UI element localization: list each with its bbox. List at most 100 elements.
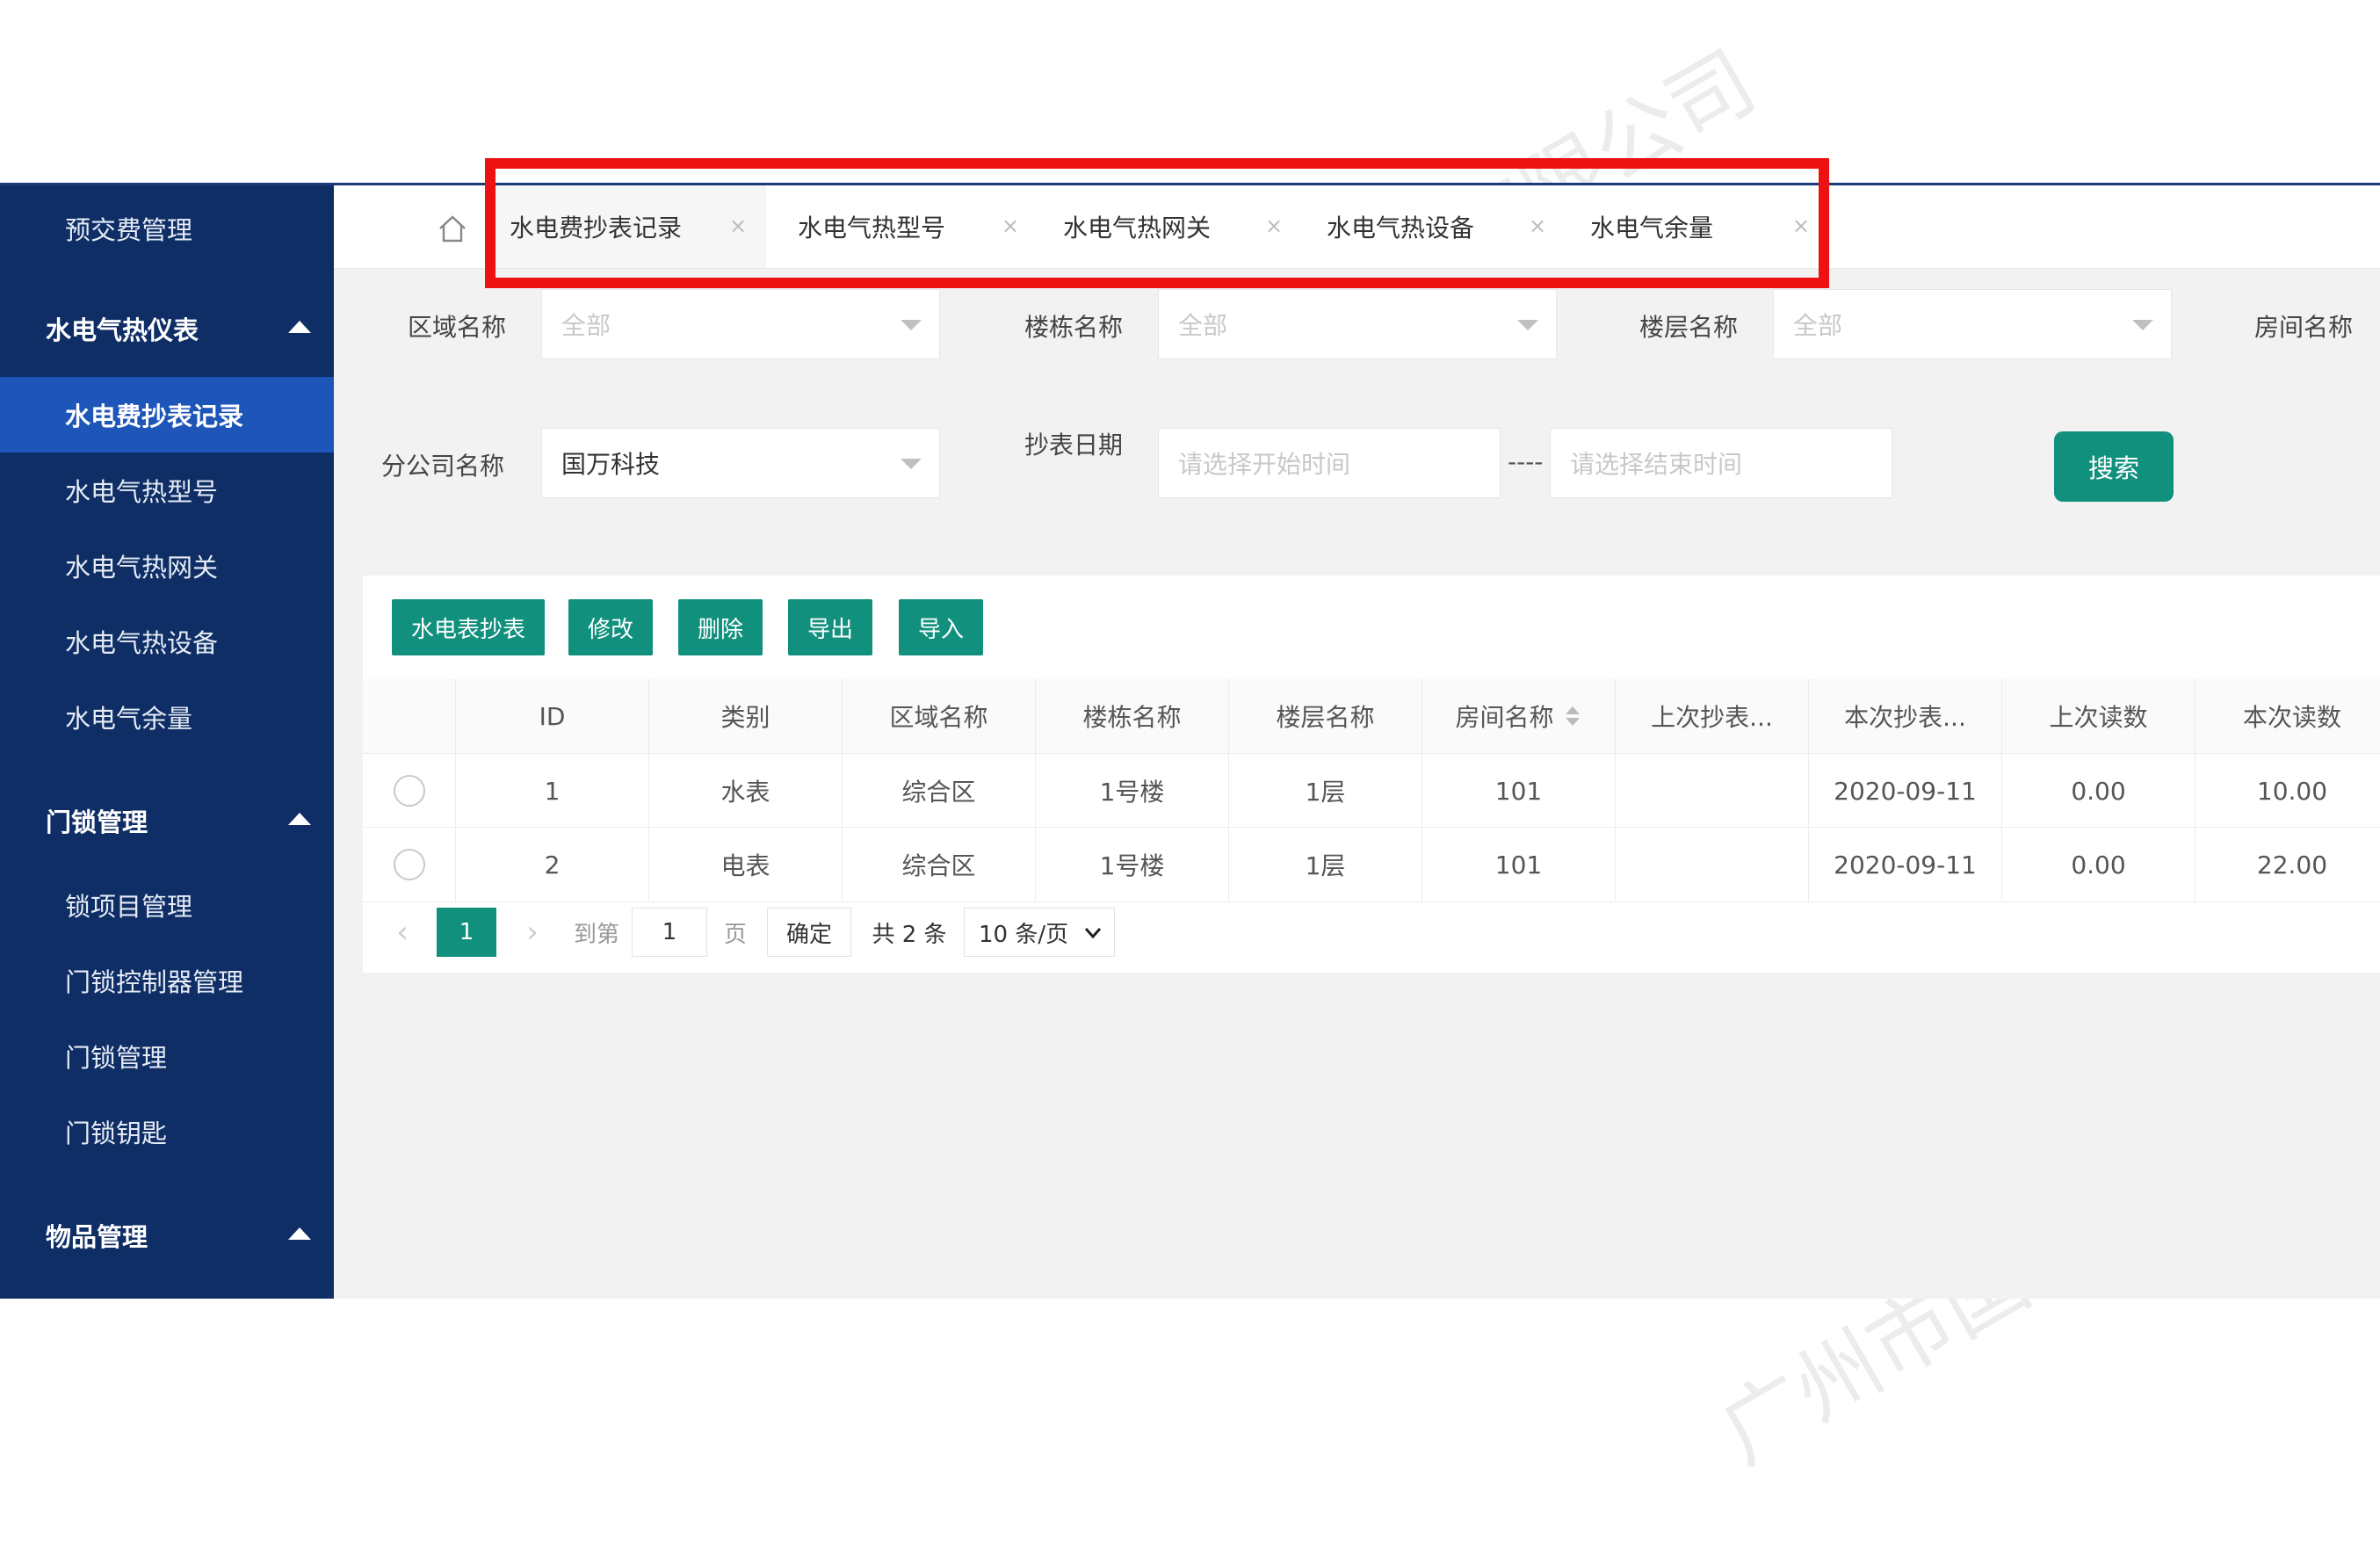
table-cell: 101 [1422,754,1616,828]
sidebar-item-devices[interactable]: 水电气热设备 [0,604,334,679]
table-cell: 1层 [1229,754,1422,828]
page-unit-label: 页 [723,921,747,948]
table-cell: 水表 [649,754,843,828]
column-header-floor[interactable]: 楼层名称 [1229,679,1422,753]
column-header-area[interactable]: 区域名称 [843,679,1036,753]
building-label: 楼栋名称 [1024,313,1124,342]
area-label: 区域名称 [408,313,507,342]
confirm-button[interactable]: 确定 [767,908,851,957]
column-header-building[interactable]: 楼栋名称 [1036,679,1229,753]
row-select-cell[interactable] [363,828,456,901]
close-icon[interactable]: × [1792,214,1810,238]
column-header-current-read-date[interactable]: 本次抄表... [1809,679,2002,753]
sidebar-item-lock-projects[interactable]: 锁项目管理 [0,867,334,943]
sidebar-group-items[interactable]: 物品管理 [0,1198,334,1273]
import-button[interactable]: 导入 [899,599,983,655]
floor-label: 楼层名称 [1639,313,1739,342]
prev-page-button[interactable]: ‹ [387,908,417,957]
radio-button[interactable] [393,849,425,880]
radio-button[interactable] [393,775,425,807]
pagination: ‹ 1 › 到第 1 页 确定 共 2 条 10 条/页 [363,908,2380,960]
tab-label: 水电气余量 [1590,214,1714,243]
sidebar-item-models[interactable]: 水电气热型号 [0,452,334,528]
sidebar-item-label: 水电气热仪表 [46,315,199,345]
sidebar-item-label: 水电气热设备 [65,628,219,658]
sidebar-item-reading-records[interactable]: 水电费抄表记录 [0,377,334,452]
table-cell: 1层 [1229,828,1422,901]
start-date-input[interactable]: 请选择开始时间 [1158,428,1501,498]
chevron-down-icon [2132,320,2153,330]
sidebar-item-label: 门锁管理 [65,1043,168,1073]
page-number-input[interactable]: 1 [632,908,707,957]
close-icon[interactable]: × [1529,214,1546,238]
sidebar: 预交费管理 水电气热仪表 水电费抄表记录 水电气热型号 水电气热网关 水电气热设… [0,185,334,1299]
tab-models[interactable]: 水电气热型号 × [766,185,1030,268]
meter-read-button[interactable]: 水电表抄表 [392,599,545,655]
tab-balance[interactable]: 水电气余量 × [1557,185,1820,268]
date-label: 抄表日期 [1024,431,1124,460]
table-cell: 2020-09-11 [1809,754,2002,828]
column-header-id[interactable]: ID [456,679,649,753]
tab-bar: 水电费抄表记录 × 水电气热型号 × 水电气热网关 × 水电气热设备 × 水电气… [334,185,2380,269]
floor-select[interactable]: 全部 [1773,289,2172,359]
sidebar-item-gateways[interactable]: 水电气热网关 [0,528,334,604]
column-header-current-reading[interactable]: 本次读数 [2196,679,2380,753]
sidebar-item-label: 门锁钥匙 [65,1118,168,1148]
sidebar-item-lock-controllers[interactable]: 门锁控制器管理 [0,943,334,1018]
sidebar-item-label: 锁项目管理 [65,892,193,922]
table-row[interactable]: 1 水表 综合区 1号楼 1层 101 2020-09-11 0.00 10.0… [363,753,2380,828]
sidebar-item-label: 门锁控制器管理 [65,967,244,997]
close-icon[interactable]: × [729,214,747,238]
sidebar-item-label: 门锁管理 [46,807,148,837]
chevron-down-icon [1084,928,1102,939]
main-content: 水电费抄表记录 × 水电气热型号 × 水电气热网关 × 水电气热设备 × 水电气… [334,185,2380,1299]
tab-gateways[interactable]: 水电气热网关 × [1030,185,1293,268]
building-select-value: 全部 [1178,311,1228,340]
table-cell: 1号楼 [1036,754,1229,828]
table-cell [1616,754,1809,828]
table-cell: 2 [456,828,649,901]
column-header-select [363,679,456,753]
column-header-type[interactable]: 类别 [649,679,843,753]
sidebar-group-locks[interactable]: 门锁管理 [0,783,334,858]
export-button[interactable]: 导出 [788,599,872,655]
home-icon[interactable] [438,214,467,243]
room-label: 房间名称 [2254,313,2354,342]
page-size-select[interactable]: 10 条/页 [964,908,1115,957]
page-number-current[interactable]: 1 [437,908,496,957]
sidebar-item-prepay[interactable]: 预交费管理 [0,191,334,266]
sidebar-item-locks[interactable]: 门锁管理 [0,1018,334,1094]
sidebar-group-meters[interactable]: 水电气热仪表 [0,291,334,366]
tab-label: 水电气热设备 [1327,214,1475,243]
column-header-last-read-date[interactable]: 上次抄表... [1616,679,1809,753]
chevron-down-icon [901,459,922,469]
caret-up-icon [288,321,311,333]
search-button[interactable]: 搜索 [2054,431,2174,502]
area-select-value: 全部 [561,311,611,340]
sort-icon[interactable] [1563,705,1582,728]
area-select[interactable]: 全部 [541,289,940,359]
delete-button[interactable]: 删除 [678,599,763,655]
table-row[interactable]: 2 电表 综合区 1号楼 1层 101 2020-09-11 0.00 22.0… [363,827,2380,902]
column-header-room[interactable]: 房间名称 [1422,679,1616,753]
column-header-last-reading[interactable]: 上次读数 [2002,679,2196,753]
close-icon[interactable]: × [1265,214,1283,238]
next-page-button[interactable]: › [517,908,547,957]
tab-label: 水电气热网关 [1063,214,1212,243]
end-date-input[interactable]: 请选择结束时间 [1550,428,1892,498]
sidebar-item-balance[interactable]: 水电气余量 [0,679,334,755]
edit-button[interactable]: 修改 [568,599,653,655]
branch-select[interactable]: 国万科技 [541,428,940,498]
floor-select-value: 全部 [1793,311,1843,340]
building-select[interactable]: 全部 [1158,289,1557,359]
sidebar-item-label: 水电气热型号 [65,477,219,507]
sidebar-item-label: 预交费管理 [65,215,193,245]
sidebar-item-lock-keys[interactable]: 门锁钥匙 [0,1094,334,1169]
tab-devices[interactable]: 水电气热设备 × [1293,185,1557,268]
table-cell: 0.00 [2002,828,2196,901]
row-select-cell[interactable] [363,754,456,828]
tab-reading-records[interactable]: 水电费抄表记录 × [494,185,766,268]
close-icon[interactable]: × [1002,214,1019,238]
data-panel: 水电表抄表 修改 删除 导出 导入 ID 类别 区域名称 楼栋名称 楼层名称 房… [363,576,2380,973]
table-cell: 22.00 [2256,850,2328,880]
